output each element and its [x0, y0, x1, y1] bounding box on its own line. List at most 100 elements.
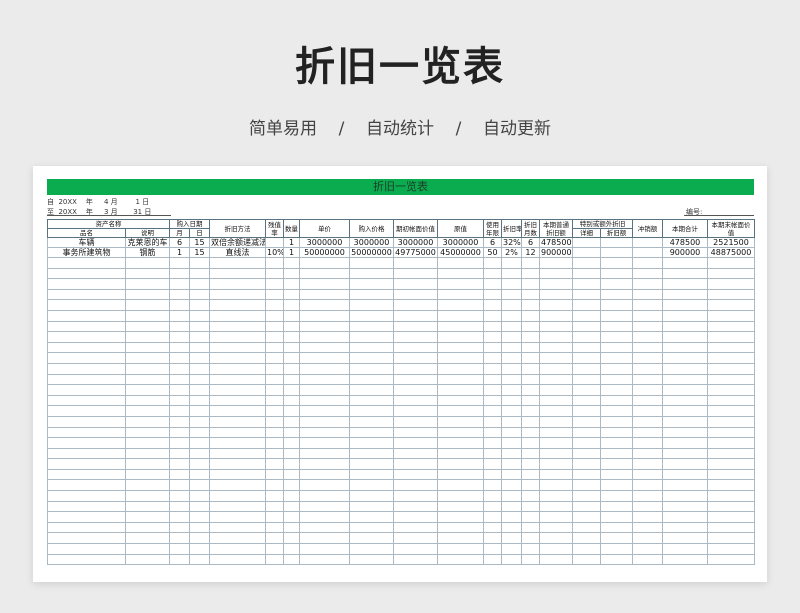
empty-cell[interactable] [600, 479, 633, 492]
empty-cell[interactable] [169, 479, 190, 492]
empty-cell[interactable] [539, 309, 573, 322]
empty-cell[interactable] [521, 405, 540, 417]
cell[interactable]: 克莱恩的车 [125, 237, 170, 248]
empty-cell[interactable] [662, 384, 708, 396]
empty-cell[interactable] [572, 278, 601, 290]
empty-cell[interactable] [125, 521, 170, 534]
empty-cell[interactable] [483, 468, 502, 481]
empty-cell[interactable] [600, 490, 633, 502]
empty-cell[interactable] [572, 437, 601, 449]
empty-cell[interactable] [600, 521, 633, 534]
cell[interactable] [600, 247, 633, 258]
empty-cell[interactable] [209, 267, 266, 280]
empty-cell[interactable] [265, 341, 284, 354]
empty-cell[interactable] [349, 490, 394, 502]
empty-cell[interactable] [707, 278, 755, 290]
empty-cell[interactable] [501, 553, 522, 566]
empty-cell[interactable] [189, 511, 210, 523]
empty-cell[interactable] [501, 521, 522, 534]
empty-cell[interactable] [521, 384, 540, 396]
empty-cell[interactable] [483, 415, 502, 428]
empty-cell[interactable] [437, 278, 484, 290]
empty-cell[interactable] [483, 447, 502, 460]
empty-cell[interactable] [283, 384, 300, 396]
empty-cell[interactable] [600, 331, 633, 343]
empty-cell[interactable] [483, 437, 502, 449]
empty-cell[interactable] [125, 500, 170, 513]
empty-cell[interactable] [632, 468, 663, 481]
empty-cell[interactable] [47, 490, 126, 502]
empty-cell[interactable] [283, 415, 300, 428]
empty-cell[interactable] [125, 362, 170, 375]
empty-cell[interactable] [707, 405, 755, 417]
empty-cell[interactable] [600, 320, 633, 333]
empty-cell[interactable] [632, 278, 663, 290]
empty-cell[interactable] [47, 511, 126, 523]
empty-cell[interactable] [47, 553, 126, 566]
empty-cell[interactable] [349, 543, 394, 555]
empty-cell[interactable] [125, 341, 170, 354]
empty-cell[interactable] [283, 521, 300, 534]
empty-cell[interactable] [632, 309, 663, 322]
empty-cell[interactable] [707, 257, 755, 269]
empty-cell[interactable] [437, 543, 484, 555]
empty-cell[interactable] [349, 394, 394, 407]
empty-cell[interactable] [47, 299, 126, 311]
empty-cell[interactable] [169, 553, 190, 566]
empty-cell[interactable] [189, 288, 210, 301]
cell[interactable]: 6 [521, 237, 540, 248]
empty-cell[interactable] [47, 320, 126, 333]
empty-cell[interactable] [299, 405, 350, 417]
empty-cell[interactable] [169, 447, 190, 460]
empty-cell[interactable] [501, 543, 522, 555]
empty-cell[interactable] [600, 511, 633, 523]
empty-cell[interactable] [437, 437, 484, 449]
empty-cell[interactable] [393, 394, 438, 407]
cell[interactable]: 900000 [662, 247, 708, 258]
empty-cell[interactable] [349, 384, 394, 396]
empty-cell[interactable] [662, 543, 708, 555]
empty-cell[interactable] [265, 362, 284, 375]
empty-cell[interactable] [539, 405, 573, 417]
empty-cell[interactable] [501, 437, 522, 449]
cell[interactable]: 478500 [539, 237, 573, 248]
cell[interactable]: 事务所建筑物 [47, 247, 126, 258]
empty-cell[interactable] [209, 437, 266, 449]
empty-cell[interactable] [265, 479, 284, 492]
empty-cell[interactable] [125, 511, 170, 523]
empty-cell[interactable] [349, 309, 394, 322]
empty-cell[interactable] [349, 405, 394, 417]
cell[interactable]: 2521500 [707, 237, 755, 248]
empty-cell[interactable] [349, 288, 394, 301]
empty-cell[interactable] [662, 352, 708, 364]
cell[interactable]: 10% [265, 247, 284, 258]
empty-cell[interactable] [189, 447, 210, 460]
empty-cell[interactable] [539, 511, 573, 523]
cell[interactable]: 50 [483, 247, 502, 258]
empty-cell[interactable] [299, 490, 350, 502]
cell[interactable]: 钢筋 [125, 247, 170, 258]
empty-cell[interactable] [265, 426, 284, 439]
empty-cell[interactable] [299, 384, 350, 396]
empty-cell[interactable] [349, 521, 394, 534]
empty-cell[interactable] [299, 320, 350, 333]
empty-cell[interactable] [707, 521, 755, 534]
empty-cell[interactable] [169, 352, 190, 364]
empty-cell[interactable] [600, 426, 633, 439]
empty-cell[interactable] [189, 543, 210, 555]
empty-cell[interactable] [707, 500, 755, 513]
empty-cell[interactable] [265, 553, 284, 566]
empty-cell[interactable] [572, 384, 601, 396]
empty-cell[interactable] [632, 426, 663, 439]
empty-cell[interactable] [572, 394, 601, 407]
empty-cell[interactable] [209, 468, 266, 481]
empty-cell[interactable] [483, 288, 502, 301]
empty-cell[interactable] [283, 309, 300, 322]
empty-cell[interactable] [265, 405, 284, 417]
empty-cell[interactable] [539, 288, 573, 301]
empty-cell[interactable] [189, 553, 210, 566]
empty-cell[interactable] [707, 341, 755, 354]
empty-cell[interactable] [539, 426, 573, 439]
empty-cell[interactable] [393, 532, 438, 545]
empty-cell[interactable] [393, 500, 438, 513]
